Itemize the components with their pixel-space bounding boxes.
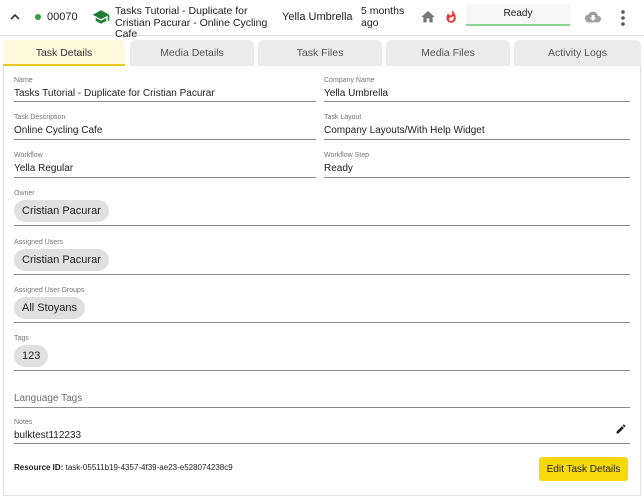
name-value: Tasks Tutorial - Duplicate for Cristian … (14, 88, 215, 99)
workflow-field[interactable]: Workflow Yella Regular (14, 151, 316, 178)
language-tags-placeholder: Language Tags (14, 393, 83, 404)
task-description-field[interactable]: Task Description Online Cycling Cafe (14, 113, 316, 140)
pencil-icon[interactable] (615, 423, 627, 435)
resource-id-value: task-05511b19-4357-4f39-ae23-e528074238c… (65, 463, 233, 472)
company-name-field[interactable]: Company Name Yella Umbrella (324, 76, 630, 102)
graduation-cap-icon (92, 10, 110, 24)
company-name-label: Company Name (324, 77, 375, 84)
task-layout-field[interactable]: Task Layout Company Layouts/With Help Wi… (324, 113, 630, 140)
workflow-value: Yella Regular (14, 163, 74, 174)
edit-task-details-button[interactable]: Edit Task Details (539, 457, 628, 481)
notes-field[interactable]: Notes bulktest112233 (14, 418, 630, 444)
more-menu-icon[interactable] (619, 9, 627, 27)
company-name-value: Yella Umbrella (324, 88, 389, 99)
tab-activity-logs[interactable]: Activity Logs (514, 40, 641, 66)
assigned-user-groups-field[interactable]: Assigned User Groups All Stoyans (14, 286, 630, 323)
owner-label: Owner (14, 190, 35, 197)
notes-label: Notes (14, 419, 33, 426)
home-icon[interactable] (420, 9, 436, 25)
task-id: 00070 (47, 11, 78, 23)
tag-chip[interactable]: 123 (14, 345, 49, 367)
notes-value: bulktest112233 (14, 430, 82, 441)
tab-media-details[interactable]: Media Details (130, 40, 254, 66)
name-label: Name (14, 77, 33, 84)
task-description-label: Task Description (14, 114, 66, 121)
resource-id-label: Resource ID: (14, 463, 64, 472)
status-dot-icon (35, 14, 41, 20)
tab-media-files[interactable]: Media Files (386, 40, 510, 66)
language-tags-field[interactable]: Language Tags (14, 388, 630, 408)
workflow-step-field[interactable]: Workflow Step Ready (324, 151, 630, 178)
workflow-step-label: Workflow Step (324, 152, 369, 159)
workflow-step-value: Ready (324, 163, 353, 174)
tab-task-details[interactable]: Task Details (3, 40, 125, 66)
tab-bar: Task Details Media Details Task Files Me… (3, 40, 641, 66)
header-company: Yella Umbrella (282, 11, 353, 23)
assigned-users-field[interactable]: Assigned Users Cristian Pacurar (14, 238, 630, 275)
fire-icon[interactable] (444, 9, 458, 25)
task-description-value: Online Cycling Cafe (14, 125, 103, 136)
task-layout-value: Company Layouts/With Help Widget (324, 125, 485, 136)
tags-label: Tags (14, 335, 29, 342)
cloud-download-icon[interactable] (584, 9, 602, 25)
task-title: Tasks Tutorial - Duplicate for Cristian … (115, 5, 268, 40)
owner-field[interactable]: Owner Cristian Pacurar (14, 189, 630, 226)
workflow-label: Workflow (14, 152, 43, 159)
task-layout-label: Task Layout (324, 114, 362, 121)
assigned-user-chip[interactable]: Cristian Pacurar (14, 249, 109, 271)
assigned-user-group-chip[interactable]: All Stoyans (14, 297, 86, 319)
tags-field[interactable]: Tags 123 (14, 334, 630, 371)
task-header: 00070 Tasks Tutorial - Duplicate for Cri… (0, 0, 644, 40)
resource-id: Resource ID: task-05511b19-4357-4f39-ae2… (14, 463, 233, 472)
name-field[interactable]: Name Tasks Tutorial - Duplicate for Cris… (14, 76, 316, 102)
tab-task-files[interactable]: Task Files (258, 40, 382, 66)
status-indicator: Ready (466, 4, 570, 26)
assigned-users-label: Assigned Users (14, 239, 64, 246)
chevron-up-icon[interactable] (7, 9, 23, 25)
owner-chip[interactable]: Cristian Pacurar (14, 200, 109, 222)
task-details-panel: Name Tasks Tutorial - Duplicate for Cris… (3, 66, 641, 496)
assigned-user-groups-label: Assigned User Groups (14, 287, 85, 294)
time-ago: 5 months ago (361, 5, 405, 29)
